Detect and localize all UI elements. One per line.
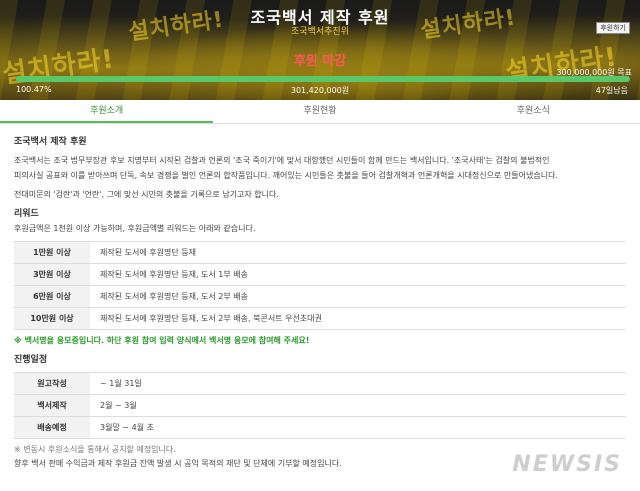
table-row: 3만원 이상 제작된 도서에 후원명단 등재, 도서 1부 배송 bbox=[14, 263, 626, 286]
tab-news[interactable]: 후원소식 bbox=[427, 100, 640, 123]
campaign-hero: 설치하라! 설치하라! 설치하라! 설치하라! 조국백서 제작 후원 조국백서추… bbox=[0, 0, 640, 100]
campaign-content: 조국백서 제작 후원 조국백서는 조국 법무부장관 후보 지명부터 시작된 검찰… bbox=[14, 136, 630, 471]
campaign-tabs: 후원소개 후원현황 후원소식 bbox=[0, 100, 640, 124]
intro-paragraph: 조국백서는 조국 법무부장관 후보 지명부터 시작된 검찰과 언론의 '조국 죽… bbox=[14, 156, 550, 165]
reward-tier: 1만원 이상 bbox=[14, 241, 90, 264]
tab-intro[interactable]: 후원소개 bbox=[0, 100, 214, 123]
title-contest-notice: ※ 백서명을 응모중입니다. 하단 후원 참여 입력 양식에서 백서명 응모에 … bbox=[14, 336, 310, 345]
reward-detail: 제작된 도서에 후원명단 등재 bbox=[90, 241, 626, 264]
table-row: 6만원 이상 제작된 도서에 후원명단 등재, 도서 2부 배송 bbox=[14, 285, 626, 308]
reward-tier: 10만원 이상 bbox=[14, 307, 90, 330]
intro-paragraph: 피의사실 공표와 이를 받아쓰며 단독, 속보 경쟁을 벌인 언론의 합작품입니… bbox=[14, 171, 558, 180]
newsis-watermark: NEWSIS bbox=[512, 452, 622, 477]
reward-heading: 리워드 bbox=[14, 209, 39, 219]
table-row: 배송예정 3월말 ~ 4월 초 bbox=[14, 416, 626, 439]
raised-amount: 301,420,000원 bbox=[290, 86, 350, 95]
table-row: 원고작성 ~ 1월 31일 bbox=[14, 372, 626, 395]
schedule-stage: 배송예정 bbox=[14, 416, 90, 439]
reward-description: 후원금액은 1천원 이상 가능하며, 후원금액별 리워드는 아래와 같습니다. bbox=[14, 224, 256, 233]
schedule-stage: 원고작성 bbox=[14, 372, 90, 395]
schedule-table: 원고작성 ~ 1월 31일 백서제작 2월 ~ 3월 배송예정 3월말 ~ 4월… bbox=[14, 372, 626, 439]
intro-heading: 조국백서 제작 후원 bbox=[14, 137, 87, 147]
intro-paragraph: 전대미문의 '검란'과 '언란', 그에 맞선 시민의 촛불을 기록으로 남기고… bbox=[14, 190, 279, 199]
donate-button[interactable]: 후원하기 bbox=[596, 22, 630, 34]
reward-detail: 제작된 도서에 후원명단 등재, 도서 2부 배송 bbox=[90, 285, 626, 308]
schedule-heading: 진행일정 bbox=[14, 355, 48, 365]
table-row: 10만원 이상 제작된 도서에 후원명단 등재, 도서 2부 배송, 북콘서트 … bbox=[14, 307, 626, 330]
reward-tier: 3만원 이상 bbox=[14, 263, 90, 286]
reward-table: 1만원 이상 제작된 도서에 후원명단 등재 3만원 이상 제작된 도서에 후원… bbox=[14, 241, 626, 330]
schedule-period: 2월 ~ 3월 bbox=[90, 394, 626, 417]
reward-detail: 제작된 도서에 후원명단 등재, 도서 2부 배송, 북콘서트 우선초대권 bbox=[90, 307, 626, 330]
schedule-stage: 백서제작 bbox=[14, 394, 90, 417]
table-row: 백서제작 2월 ~ 3월 bbox=[14, 394, 626, 417]
reward-detail: 제작된 도서에 후원명단 등재, 도서 1부 배송 bbox=[90, 263, 626, 286]
table-row: 1만원 이상 제작된 도서에 후원명단 등재 bbox=[14, 241, 626, 264]
schedule-period: ~ 1월 31일 bbox=[90, 372, 626, 395]
campaign-organizer: 조국백서추진위 bbox=[291, 27, 349, 37]
schedule-period: 3월말 ~ 4월 초 bbox=[90, 416, 626, 439]
funding-progress-fill bbox=[16, 76, 630, 82]
reward-tier: 6만원 이상 bbox=[14, 285, 90, 308]
funding-progress-bar bbox=[16, 76, 630, 82]
remaining-days: 47일남음 bbox=[595, 86, 628, 95]
tab-status[interactable]: 후원현황 bbox=[213, 100, 426, 123]
campaign-status-badge: 후원 마감 bbox=[293, 54, 347, 69]
